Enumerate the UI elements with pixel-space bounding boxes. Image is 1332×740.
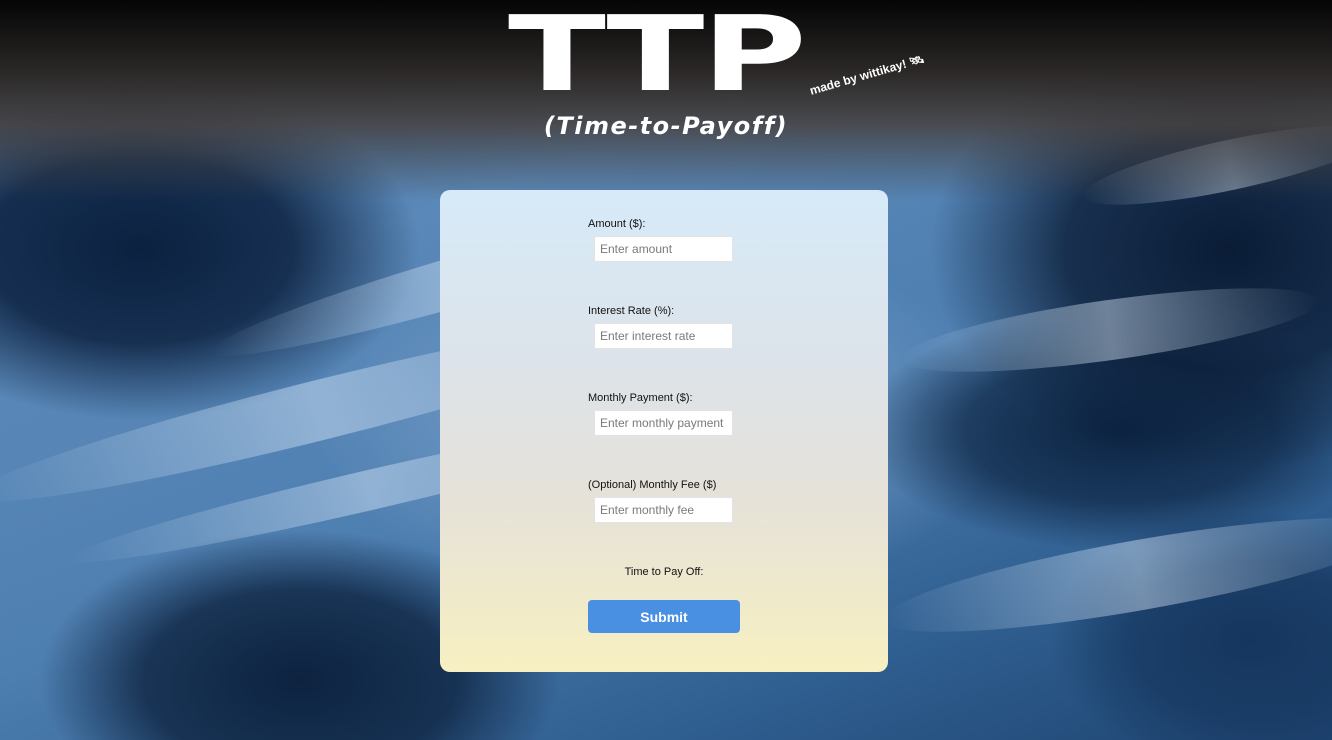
calculator-form: Amount ($): Interest Rate (%): Monthly P…: [440, 190, 888, 672]
monthly-payment-label: Monthly Payment ($):: [588, 392, 693, 404]
interest-rate-input[interactable]: [594, 323, 733, 349]
monthly-fee-input[interactable]: [594, 497, 733, 523]
app-logo: TTP: [508, 0, 807, 115]
app-subtitle: (Time-to-Payoff): [543, 112, 789, 140]
amount-input[interactable]: [594, 236, 733, 262]
monthly-fee-label: (Optional) Monthly Fee ($): [588, 479, 717, 491]
time-to-payoff-result: Time to Pay Off:: [624, 566, 704, 578]
monthly-payment-input[interactable]: [594, 410, 733, 436]
interest-rate-label: Interest Rate (%):: [588, 305, 675, 317]
amount-label: Amount ($):: [588, 218, 646, 230]
submit-button[interactable]: Submit: [588, 600, 740, 633]
